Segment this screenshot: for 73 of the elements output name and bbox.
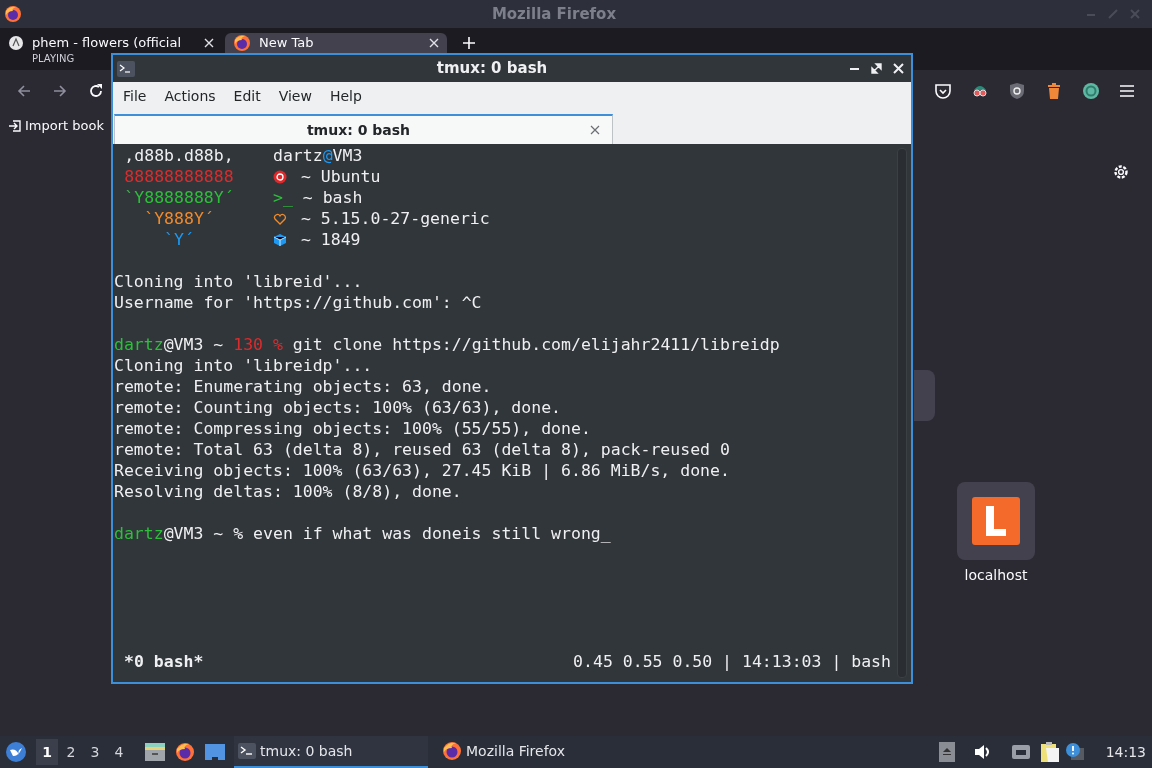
tab-subtitle: PLAYING xyxy=(32,53,75,65)
maximize-icon[interactable] xyxy=(871,63,882,74)
firefox-icon xyxy=(442,741,462,761)
terminal-line: dartz@VM3 ~ 130 % git clone https://github.com/elijahr2411/libreidp xyxy=(114,334,780,355)
forward-icon[interactable] xyxy=(52,83,68,99)
menu-item[interactable]: File xyxy=(116,86,154,107)
tab-title: tmux: 0 bash xyxy=(306,120,411,140)
file-drawer-icon[interactable] xyxy=(144,742,166,762)
desktop-icon[interactable] xyxy=(204,743,226,761)
import-icon xyxy=(8,119,22,133)
window-title: Mozilla Firefox xyxy=(491,3,617,25)
workspace-button[interactable]: 3 xyxy=(84,739,106,765)
tmux-status-text: 0.45 0.55 0.50 | 14:13:03 | bash xyxy=(573,651,891,672)
terminal-line: Resolving deltas: 100% (8/8), done. xyxy=(114,481,462,502)
ascii-art: `Y8888888Y´ xyxy=(124,187,234,208)
workspace-button[interactable]: 2 xyxy=(60,739,82,765)
ascii-art: ,d88b.d88b, xyxy=(124,145,234,166)
letter-logo-icon xyxy=(972,497,1020,545)
browser-tab[interactable]: New Tab xyxy=(225,33,447,53)
ascii-art: `Y888Y´ xyxy=(143,208,215,229)
terminal-text: ~ 5.15.0-27-generic xyxy=(299,208,490,229)
terminal-icon xyxy=(238,743,256,759)
trash-icon[interactable] xyxy=(1045,82,1063,100)
terminal-text: ~ Ubuntu xyxy=(299,166,381,187)
terminal-line: Receiving objects: 100% (63/63), 27.45 KiB | 6.86 MiB/s, done. xyxy=(114,460,730,481)
window-title: tmux: 0 bash xyxy=(436,58,548,80)
firefox-icon xyxy=(233,34,251,52)
back-icon[interactable] xyxy=(16,83,32,99)
shield-icon[interactable] xyxy=(1008,82,1026,100)
network-icon[interactable] xyxy=(1010,744,1031,760)
reload-icon[interactable] xyxy=(88,83,104,99)
taskbar-task[interactable]: Mozilla Firefox xyxy=(438,736,632,768)
firefox-icon[interactable] xyxy=(175,742,195,762)
browser-tab[interactable]: phem - flowers (official xyxy=(0,33,222,53)
new-tab-icon[interactable] xyxy=(462,36,476,50)
shortcut-tile[interactable] xyxy=(914,370,935,421)
terminal-line: remote: Counting objects: 100% (63/63), done. xyxy=(114,397,562,418)
terminal-line: Username for 'https://github.com': ^C xyxy=(114,292,482,313)
clock-text: 14:13 xyxy=(1105,742,1146,762)
menu-item[interactable]: Edit xyxy=(226,86,268,107)
volume-icon[interactable] xyxy=(973,744,992,760)
shortcut-label[interactable]: localhost xyxy=(964,565,1028,586)
pocket-icon[interactable] xyxy=(934,82,952,100)
bookmark-item[interactable]: Import book xyxy=(8,116,104,136)
workspace-button[interactable]: 1 xyxy=(36,739,58,765)
notification-icon[interactable] xyxy=(1064,742,1085,762)
terminal-icon xyxy=(117,60,135,77)
shortcut-tile[interactable] xyxy=(957,482,1035,560)
terminal-text: >_ ~ bash xyxy=(273,187,363,208)
menu-item[interactable]: View xyxy=(271,86,319,107)
menu-item[interactable]: Actions xyxy=(157,86,223,107)
workspace-button[interactable]: 4 xyxy=(108,739,130,765)
firefox-icon xyxy=(4,5,22,23)
eject-icon[interactable] xyxy=(938,742,955,762)
terminal-text: ~ 1849 xyxy=(299,229,361,250)
terminal-text: dartz@VM3 xyxy=(273,145,363,166)
taskbar-task[interactable]: tmux: 0 bash xyxy=(234,736,428,768)
ascii-art: `Y´ xyxy=(163,229,195,250)
terminal-line: remote: Compressing objects: 100% (55/55), done. xyxy=(114,418,591,439)
terminal-tab[interactable]: tmux: 0 bash xyxy=(114,114,613,144)
settings-icon[interactable] xyxy=(1112,163,1130,181)
terminal-line: Cloning into 'libreid'... xyxy=(114,271,363,292)
menu-icon[interactable] xyxy=(1119,84,1135,98)
terminal-line: dartz@VM3 ~ % even if what was doneis still wrong_ xyxy=(114,523,611,544)
sync-circle-icon[interactable] xyxy=(1082,82,1100,100)
clipboard-icon[interactable] xyxy=(1039,741,1060,763)
terminal-line: remote: Enumerating objects: 63, done. xyxy=(114,376,492,397)
ascii-art: 88888888888 xyxy=(124,166,234,187)
terminal-line: Cloning into 'libreidp'... xyxy=(114,355,373,376)
menu-item[interactable]: Help xyxy=(322,86,369,107)
tmux-window-label: *0 bash* xyxy=(124,651,204,672)
audio-tab-icon xyxy=(8,35,24,51)
terminal-line: remote: Total 63 (delta 8), reused 63 (delta 8), pack-reused 0 xyxy=(114,439,730,460)
